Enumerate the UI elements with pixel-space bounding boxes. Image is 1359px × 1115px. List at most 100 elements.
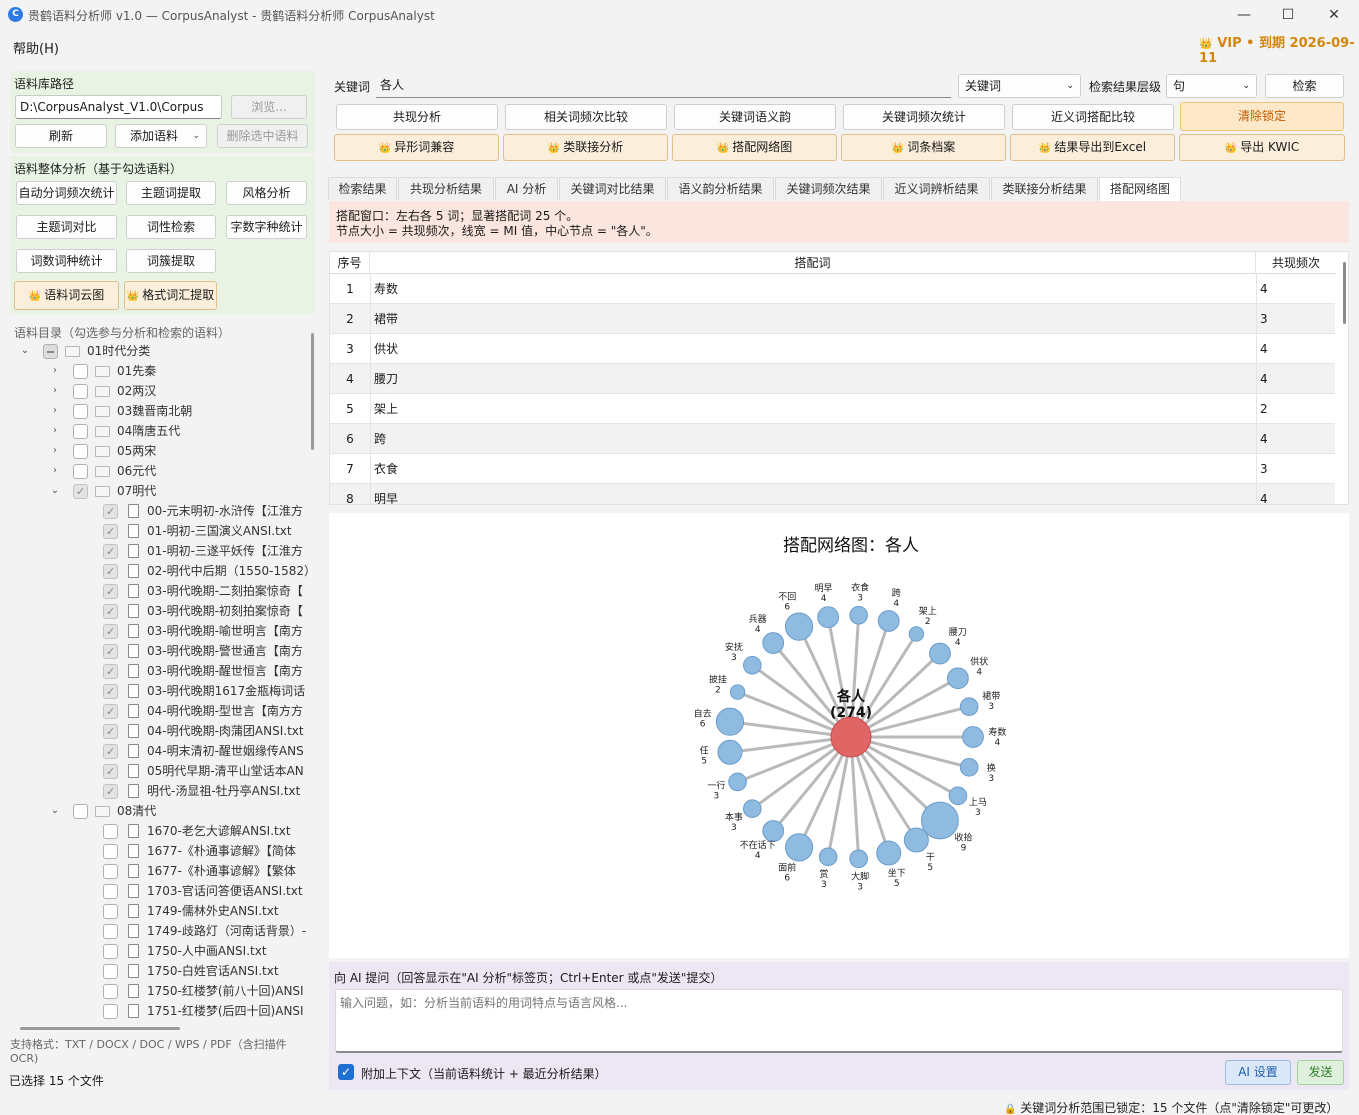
tree-checkbox[interactable] [103,502,118,522]
tree-file-row[interactable]: 03-明代晚期-二刻拍案惊奇【 [10,581,310,602]
chevron-down-icon[interactable]: ⌄ [50,481,60,501]
add-corpus-dropdown[interactable]: 添加语料 ⌄ [115,124,207,148]
tree-folder-row[interactable]: › 06元代 [10,461,310,481]
clear-lock-button[interactable]: 清除锁定 [1180,102,1344,131]
tree-checkbox[interactable] [103,904,118,919]
table-row[interactable]: 5 架上 2 [330,394,1335,424]
header-collocate[interactable]: 搭配词 [370,252,1256,274]
theme-word-extract-button[interactable]: 主题词提取 [126,181,216,205]
tab-keyword-compare[interactable]: 关键词对比结果 [559,177,666,200]
tree-file-row[interactable]: 1750-白姓官话ANSI.txt [10,961,310,981]
refresh-button[interactable]: 刷新 [15,124,107,148]
result-level-select[interactable]: 句 ⌄ [1166,74,1257,98]
header-index[interactable]: 序号 [330,252,370,274]
word-cluster-button[interactable]: 词簇提取 [126,249,216,273]
tree-file-row[interactable]: 1670-老乞大谚解ANSI.txt [10,821,310,841]
related-word-freq-compare-button[interactable]: 相关词频次比较 [505,104,667,130]
tree-checkbox[interactable] [103,602,118,622]
tree-checkbox[interactable] [103,844,118,859]
tree-folder-row[interactable]: › 03魏晋南北朝 [10,401,310,421]
tree-horizontal-scrollbar[interactable] [20,1027,180,1030]
tree-file-row[interactable]: 03-明代晚期-醒世恒言【南方 [10,661,310,682]
tree-file-row[interactable]: 1677-《朴通事谚解》【繁体 [10,861,310,881]
tree-checkbox[interactable] [103,782,118,802]
tree-file-row[interactable]: 03-明代晚期1617金瓶梅词话 [10,681,310,702]
tree-file-row[interactable]: 03-明代晚期-警世通言【南方 [10,641,310,662]
export-excel-button[interactable]: 👑 结果导出到Excel [1010,134,1175,161]
style-analysis-button[interactable]: 风格分析 [226,181,307,205]
corpus-tree[interactable]: ⌄ 01时代分类 › 01先秦 › 02两汉 › 03魏晋南北朝 › 04隋唐五代 › 05两宋 › 06… [10,341,314,1027]
tab-keyword-freq[interactable]: 关键词频次结果 [775,177,882,200]
chevron-right-icon[interactable]: › [50,401,60,421]
pos-search-button[interactable]: 词性检索 [126,215,216,239]
menu-help[interactable]: 帮助(H) [13,38,59,57]
header-cofreq[interactable]: 共现频次 [1256,252,1336,274]
minimize-button[interactable]: — [1221,4,1267,26]
keyword-freq-stats-button[interactable]: 关键词频次统计 [843,104,1005,130]
tree-checkbox[interactable] [73,384,88,399]
tree-checkbox[interactable] [103,984,118,999]
semantic-prosody-button[interactable]: 关键词语义韵 [674,104,836,130]
tree-checkbox[interactable] [73,482,88,502]
word-count-button[interactable]: 词数词种统计 [16,249,117,273]
char-count-button[interactable]: 字数字种统计 [226,215,307,239]
tree-file-row[interactable]: 04-明代晚期-肉蒲团ANSI.txt [10,721,310,742]
tab-collocation-network[interactable]: 搭配网络图 [1099,177,1181,201]
attach-context-checkbox[interactable]: ✓ [338,1064,354,1080]
tree-folder-row[interactable]: › 04隋唐五代 [10,421,310,441]
chevron-down-icon[interactable]: ⌄ [20,341,30,361]
chevron-right-icon[interactable]: › [50,441,60,461]
tree-file-row[interactable]: 02-明代中后期（1550-1582） [10,561,314,582]
tab-cooccurrence-results[interactable]: 共现分析结果 [398,177,494,200]
table-row[interactable]: 6 跨 4 [330,424,1335,454]
keyword-input[interactable]: 各人 [376,74,951,98]
chevron-right-icon[interactable]: › [50,461,60,481]
table-row[interactable]: 7 衣食 3 [330,454,1335,484]
tree-file-row[interactable]: 1750-红楼梦(前八十回)ANSI [10,981,310,1001]
export-kwic-button[interactable]: 👑 导出 KWIC [1179,134,1345,161]
tree-file-row[interactable]: 03-明代晚期-喻世明言【南方 [10,621,310,642]
auto-segment-freq-button[interactable]: 自动分词频次统计 [16,181,117,205]
tree-checkbox[interactable] [103,762,118,782]
tree-checkbox[interactable] [103,642,118,662]
tree-file-row[interactable]: 00-元末明初-水浒传【江淮方 [10,501,310,522]
tree-checkbox[interactable] [73,424,88,439]
tree-checkbox[interactable] [103,582,118,602]
theme-word-compare-button[interactable]: 主题词对比 [16,215,117,239]
tree-checkbox[interactable] [103,562,118,582]
tree-file-row[interactable]: 04-明末清初-醒世姻缘传ANS [10,741,310,762]
tree-folder-row[interactable]: › 01先秦 [10,361,310,381]
send-button[interactable]: 发送 [1297,1060,1344,1085]
tree-checkbox[interactable] [43,344,58,359]
tree-checkbox[interactable] [73,464,88,479]
chevron-right-icon[interactable]: › [50,421,60,441]
tree-checkbox[interactable] [103,522,118,542]
table-row[interactable]: 2 裙带 3 [330,304,1335,334]
tree-checkbox[interactable] [103,622,118,642]
tab-synonym-results[interactable]: 近义词辨析结果 [883,177,990,200]
tree-checkbox[interactable] [103,864,118,879]
tree-checkbox[interactable] [73,804,88,819]
word-profile-button[interactable]: 👑 词条档案 [841,134,1006,161]
tree-folder-row[interactable]: ⌄ 01时代分类 [10,341,310,361]
format-word-extract-button[interactable]: 👑 格式词汇提取 [124,281,217,310]
tab-colligation-results[interactable]: 类联接分析结果 [991,177,1098,200]
tree-file-row[interactable]: 01-明初-三国演义ANSI.txt [10,521,310,542]
chevron-right-icon[interactable]: › [50,361,60,381]
tree-checkbox[interactable] [103,542,118,562]
tree-checkbox[interactable] [103,1004,118,1019]
tree-checkbox[interactable] [103,722,118,742]
ai-question-input[interactable] [335,989,1343,1053]
tree-checkbox[interactable] [103,662,118,682]
tree-file-row[interactable]: 1749-歧路灯（河南话背景）- [10,921,310,941]
tree-file-row[interactable]: 1703-官话问答便语ANSI.txt [10,881,310,901]
tree-checkbox[interactable] [103,924,118,939]
table-row[interactable]: 3 供状 4 [330,334,1335,364]
tree-checkbox[interactable] [103,964,118,979]
search-button[interactable]: 检索 [1265,74,1344,98]
tree-file-row[interactable]: 1677-《朴通事谚解》【简体 [10,841,310,861]
browse-button[interactable]: 浏览... [231,95,307,119]
table-row[interactable]: 8 明早 4 [330,484,1335,504]
tree-file-row[interactable]: 1751-红楼梦(后四十回)ANSI [10,1001,310,1021]
tab-ai-analysis[interactable]: AI 分析 [495,177,558,200]
